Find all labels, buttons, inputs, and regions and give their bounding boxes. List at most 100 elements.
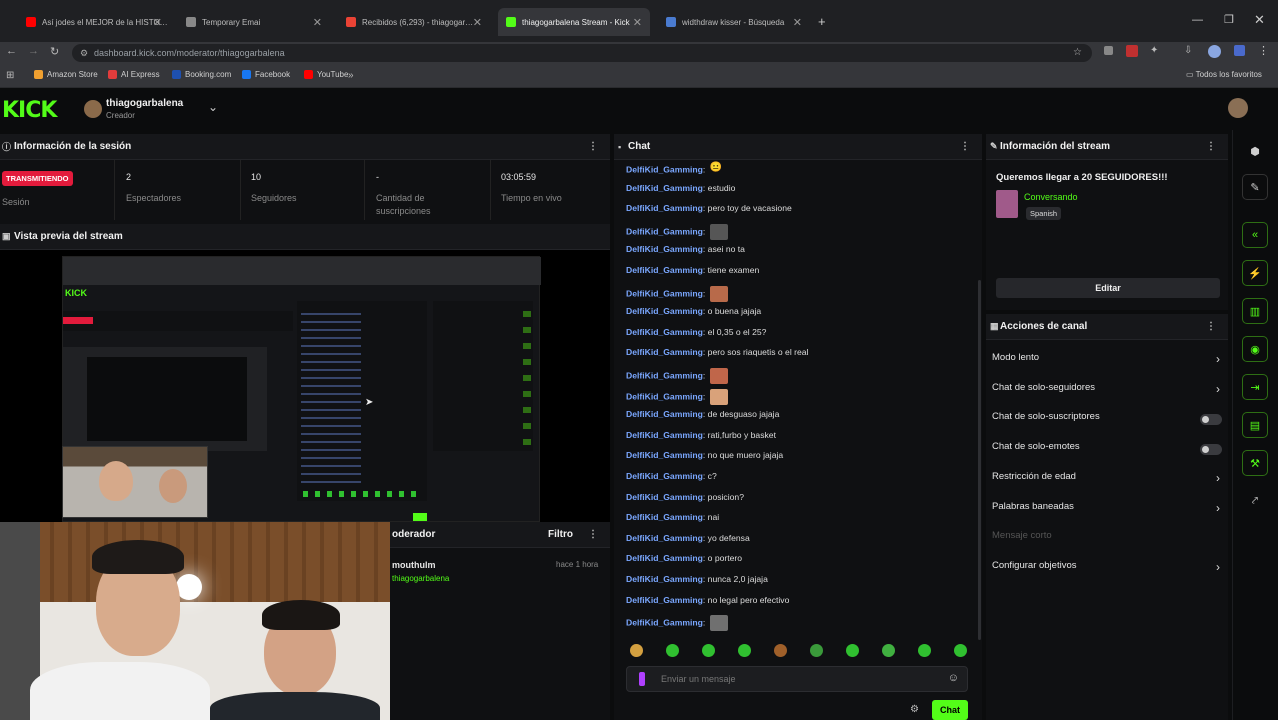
chat-message[interactable]: DelfiKid_Gamming: [626,368,728,384]
clipboard-icon[interactable]: ▤ [1242,412,1268,438]
chat-message[interactable]: DelfiKid_Gamming: asei no ta [626,244,745,254]
kebab-menu-icon[interactable]: ⋮ [960,141,970,152]
bookmark-item[interactable]: Amazon Store [34,70,98,79]
channel-action-item[interactable]: Palabras baneadas › [992,501,1224,521]
category-name[interactable]: Conversando [1024,192,1078,202]
chat-message[interactable]: DelfiKid_Gamming: estudio [626,183,735,193]
bookmark-item[interactable]: YouTube [304,70,348,79]
chat-username[interactable]: DelfiKid_Gamming [626,203,703,213]
kebab-menu-icon[interactable]: ⋮ [588,529,598,540]
minimize-icon[interactable]: — [1192,14,1203,26]
chat-username[interactable]: DelfiKid_Gamming [626,288,703,298]
chat-message[interactable]: DelfiKid_Gamming: [626,223,728,240]
chat-username[interactable]: DelfiKid_Gamming [626,391,703,401]
quick-emote[interactable] [702,644,715,657]
forward-icon[interactable]: → [28,45,39,57]
chat-message[interactable]: DelfiKid_Gamming: [626,285,728,302]
pencil-icon[interactable]: ✎ [1242,174,1268,200]
chat-message[interactable]: DelfiKid_Gamming: [626,388,728,405]
close-tab-icon[interactable]: ✕ [633,16,642,29]
shield-icon[interactable]: ⬢ [1242,138,1268,164]
close-tab-icon[interactable]: ✕ [793,16,802,29]
chat-username[interactable]: DelfiKid_Gamming [626,450,703,460]
quick-emote[interactable] [846,644,859,657]
note-icon[interactable]: ▥ [1242,298,1268,324]
chat-username[interactable]: DelfiKid_Gamming [626,265,703,275]
chat-message[interactable]: DelfiKid_Gamming: no legal pero efectivo [626,595,789,605]
downloads-icon[interactable]: ⇩ [1184,45,1192,56]
all-bookmarks-link[interactable]: ▭ Todos los favoritos [1186,70,1262,79]
wrench-icon[interactable]: ⚒ [1242,450,1268,476]
chat-message[interactable]: DelfiKid_Gamming: nunca 2,0 jajaja [626,574,768,584]
quick-emote[interactable] [630,644,643,657]
chat-username[interactable]: DelfiKid_Gamming [626,617,703,627]
browser-tab[interactable]: Recibidos (6,293) - thiagogar… ✕ [338,8,490,36]
chat-username[interactable]: DelfiKid_Gamming [626,327,703,337]
kick-logo[interactable]: KICK [2,98,57,123]
toggle-switch[interactable] [1200,444,1222,456]
close-tab-icon[interactable]: ✕ [473,16,482,29]
chat-message[interactable]: DelfiKid_Gamming: no que muero jajaja [626,450,783,460]
stream-preview-area[interactable]: KICK ➤ [0,250,610,522]
chat-username[interactable]: DelfiKid_Gamming [626,512,703,522]
chat-message[interactable]: DelfiKid_Gamming: el 0,35 o el 25? [626,327,766,337]
channel-action-item[interactable]: Chat de solo-emotes [992,441,1224,461]
filter-button[interactable]: Filtro [548,529,573,540]
chat-message[interactable]: DelfiKid_Gamming: pero toy de vacasione [626,203,792,213]
profile-avatar[interactable] [1208,45,1221,58]
close-window-icon[interactable]: ✕ [1254,12,1265,28]
extension-icon[interactable] [1234,45,1245,56]
edit-stream-button[interactable]: Editar [996,278,1220,298]
extension-icon[interactable] [1104,46,1113,55]
chat-message[interactable]: DelfiKid_Gamming: rati,furbo y basket [626,430,776,440]
chat-message[interactable]: DelfiKid_Gamming: nai [626,512,719,522]
bookmark-star-icon[interactable]: ☆ [1073,44,1082,62]
chat-input[interactable]: Enviar un mensaje ☺ [626,666,968,692]
new-tab-button[interactable]: + [818,14,826,29]
chat-message[interactable]: DelfiKid_Gamming: yo defensa [626,533,750,543]
toggle-switch[interactable] [1200,414,1222,426]
channel-action-item[interactable]: Configurar objetivos › [992,560,1224,580]
quick-emote[interactable] [666,644,679,657]
chat-message[interactable]: DelfiKid_Gamming: tiene examen [626,265,759,275]
chat-username[interactable]: DelfiKid_Gamming [626,430,703,440]
chat-bubble-icon[interactable]: ◉ [1242,336,1268,362]
send-chat-button[interactable]: Chat [932,700,968,720]
chat-username[interactable]: DelfiKid_Gamming [626,574,703,584]
chat-username[interactable]: DelfiKid_Gamming [626,471,703,481]
user-avatar[interactable] [1228,98,1248,118]
apps-grid-icon[interactable]: ⊞ [6,70,14,81]
chat-message[interactable]: DelfiKid_Gamming: de desguaso jajaja [626,409,779,419]
chat-message[interactable]: DelfiKid_Gamming: [626,615,728,632]
chat-username[interactable]: DelfiKid_Gamming [626,409,703,419]
chat-username[interactable]: DelfiKid_Gamming [626,226,703,236]
quick-emote[interactable] [918,644,931,657]
chat-scrollbar[interactable] [978,280,981,640]
browser-tab[interactable]: thiagogarbalena Stream - Kick ✕ [498,8,650,36]
chat-username[interactable]: DelfiKid_Gamming [626,244,703,254]
chat-username[interactable]: DelfiKid_Gamming [626,533,703,543]
chat-username[interactable]: DelfiKid_Gamming [626,183,703,193]
url-input[interactable]: ⚙ dashboard.kick.com/moderator/thiagogar… [72,44,1092,62]
kebab-menu-icon[interactable]: ⋮ [1206,321,1216,332]
chevrons-left-icon[interactable]: « [1242,222,1268,248]
kebab-menu-icon[interactable]: ⋮ [1206,141,1216,152]
browser-tab[interactable]: Así jodes el MEJOR de la HISTO… ✕ [18,8,170,36]
quick-emote[interactable] [774,644,787,657]
share-icon[interactable]: ⤤ [1242,488,1268,514]
chat-message[interactable]: DelfiKid_Gamming: c? [626,471,717,481]
chat-username[interactable]: DelfiKid_Gamming [626,553,703,563]
maximize-icon[interactable]: ❐ [1224,13,1234,26]
menu-icon[interactable]: ⋮ [1258,44,1269,57]
chat-username[interactable]: DelfiKid_Gamming [626,164,703,174]
browser-tab[interactable]: Temporary Emai ✕ [178,8,330,36]
chevron-down-icon[interactable]: ⌄ [208,100,218,114]
chat-settings-gear-icon[interactable]: ⚙ [910,704,919,715]
quick-emote[interactable] [882,644,895,657]
bookmark-item[interactable]: AI Express [108,70,160,79]
skip-icon[interactable]: ⇥ [1242,374,1268,400]
channel-action-item[interactable]: Chat de solo-suscriptores [992,411,1224,431]
quick-emote[interactable] [954,644,967,657]
site-info-icon[interactable]: ⚙ [80,44,88,62]
back-icon[interactable]: ← [6,45,17,57]
